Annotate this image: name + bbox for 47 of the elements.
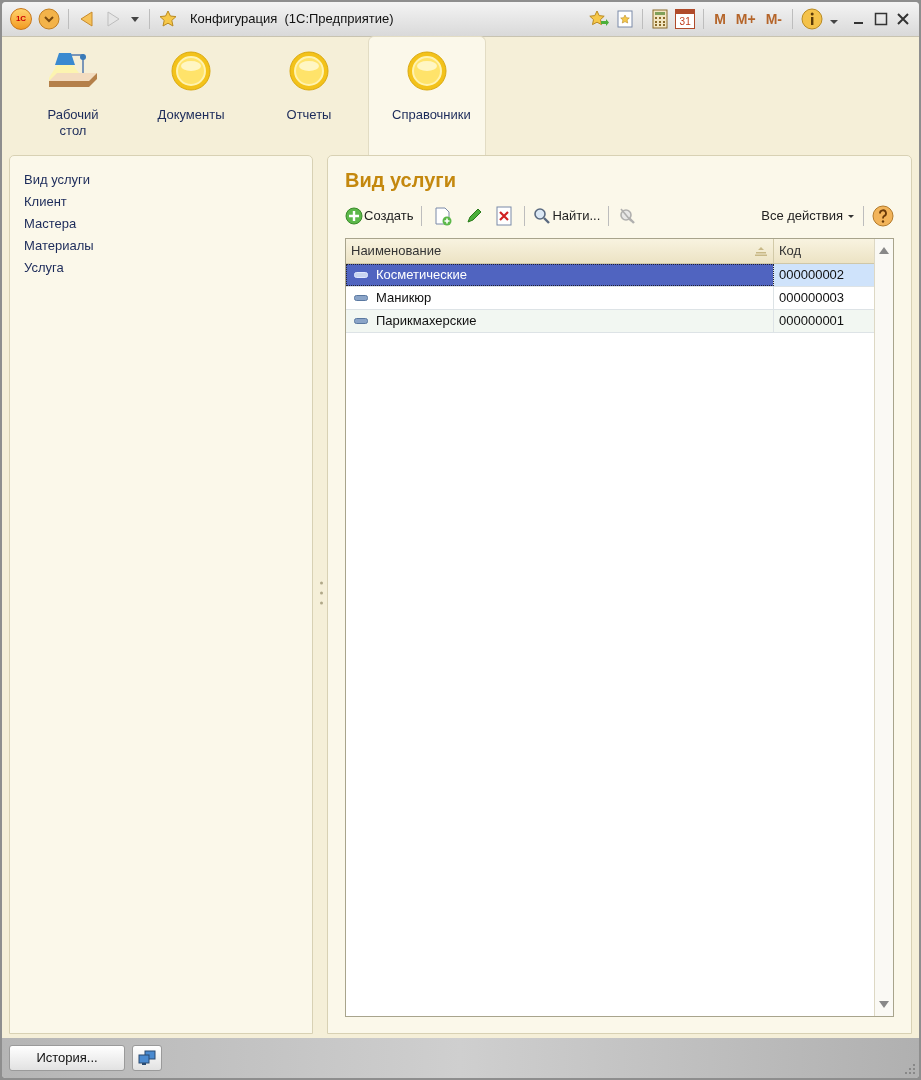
- resize-grip-icon[interactable]: [904, 1063, 916, 1075]
- table-cell[interactable]: 000000001: [774, 310, 874, 332]
- windows-button[interactable]: [132, 1045, 162, 1071]
- memory-button[interactable]: M: [712, 8, 728, 30]
- maximize-icon[interactable]: [873, 11, 889, 27]
- monitors-icon: [138, 1050, 156, 1066]
- column-header[interactable]: Код: [774, 239, 874, 263]
- calculator-icon[interactable]: [651, 9, 670, 29]
- delete-document-icon[interactable]: [495, 206, 514, 226]
- search-icon: [533, 207, 552, 225]
- column-header[interactable]: Наименование: [346, 239, 774, 263]
- copy-document-icon[interactable]: [433, 206, 454, 226]
- table-cell[interactable]: 000000003: [774, 287, 874, 309]
- table-cell[interactable]: Парикмахерские: [346, 310, 774, 332]
- splitter-grip-icon[interactable]: [319, 580, 324, 606]
- form-title: Вид услуги: [345, 168, 457, 192]
- section-tab[interactable]: Рабочий стол: [14, 37, 132, 155]
- menu-dropdown-icon[interactable]: [38, 8, 60, 30]
- section-tab[interactable]: Справочники: [368, 36, 486, 155]
- help-icon[interactable]: [872, 205, 894, 227]
- all-actions-button[interactable]: Все действия: [761, 206, 855, 226]
- item-dash-icon: [354, 272, 368, 278]
- close-icon[interactable]: [895, 11, 911, 27]
- item-dash-icon: [354, 318, 368, 324]
- table-cell[interactable]: 000000002: [774, 264, 874, 286]
- item-dash-icon: [354, 295, 368, 301]
- info-icon[interactable]: [801, 8, 823, 30]
- table-cell[interactable]: Косметические: [346, 264, 774, 286]
- calendar-button[interactable]: 31: [675, 9, 696, 29]
- scrollbar[interactable]: [874, 239, 893, 1016]
- star-icon[interactable]: [158, 9, 178, 29]
- section-tab[interactable]: Отчеты: [250, 37, 368, 155]
- section-tab[interactable]: Документы: [132, 37, 250, 155]
- sidebar-link[interactable]: Вид услуги: [24, 172, 91, 188]
- sidebar-link[interactable]: Услуга: [24, 260, 64, 276]
- create-button[interactable]: Создать: [345, 206, 414, 226]
- caret-icon: [847, 212, 855, 220]
- pencil-icon[interactable]: [465, 207, 484, 225]
- window-title: Конфигурация (1С:Предприятие): [190, 10, 394, 29]
- sort-icon: [754, 246, 768, 256]
- table-cell[interactable]: Маникюр: [346, 287, 774, 309]
- sidebar-link[interactable]: Мастера: [24, 216, 77, 232]
- find-button[interactable]: Найти...: [533, 206, 601, 226]
- history-button[interactable]: История...: [9, 1045, 125, 1071]
- sidebar-link[interactable]: Клиент: [24, 194, 67, 210]
- plus-icon: [345, 207, 363, 225]
- sidebar-link[interactable]: Материалы: [24, 238, 94, 254]
